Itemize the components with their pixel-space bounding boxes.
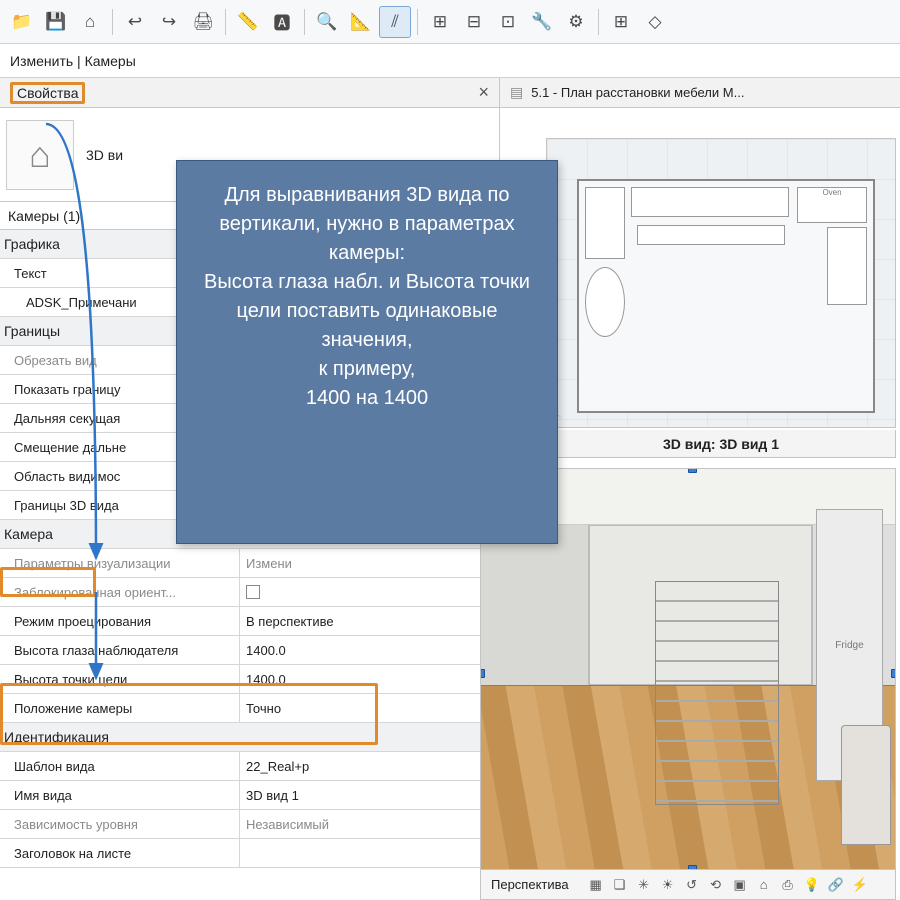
unlocked-3d-icon[interactable]: ⌂ (755, 876, 773, 894)
property-name: Параметры визуализации (0, 549, 240, 577)
property-value[interactable]: Независимый (240, 810, 499, 838)
redo-icon[interactable]: ↪ (153, 6, 185, 38)
cube-icon[interactable]: ◇ (639, 6, 671, 38)
plan-view[interactable]: Oven (546, 138, 896, 428)
projection-mode-label[interactable]: Перспектива (491, 877, 569, 892)
home-icon[interactable]: ⌂ (74, 6, 106, 38)
property-value[interactable]: 1400.0 (240, 665, 499, 693)
property-name: Положение камеры (0, 694, 240, 722)
property-name: Высота глаза наблюдателя (0, 636, 240, 664)
visual-style-icon[interactable]: ▦ (587, 876, 605, 894)
property-name: Заголовок на листе (0, 839, 240, 867)
type-thumbnail-icon: ⌂ (6, 120, 74, 190)
property-value[interactable] (240, 578, 499, 606)
property-row[interactable]: Режим проецированияВ перспективе (0, 607, 499, 636)
shadows-icon[interactable]: ☀ (659, 876, 677, 894)
property-name: Высота точки цели (0, 665, 240, 693)
property-value[interactable] (240, 839, 499, 867)
property-value[interactable]: Измени (240, 549, 499, 577)
property-row[interactable]: Высота глаза наблюдателя1400.0 (0, 636, 499, 665)
switch-windows-icon[interactable]: ⊞ (424, 6, 456, 38)
cascade-icon[interactable]: ⊡ (492, 6, 524, 38)
property-name: Шаблон вида (0, 752, 240, 780)
chair (841, 725, 891, 845)
property-row[interactable]: Зависимость уровняНезависимый (0, 810, 499, 839)
shelf-unit (655, 581, 779, 805)
tile-icon[interactable]: ⊟ (458, 6, 490, 38)
property-value[interactable]: Точно (240, 694, 499, 722)
viewport-panel: ▤ 5.1 - План расстановки мебели М... Ove… (500, 78, 900, 900)
property-row[interactable]: Заблокированная ориент... (0, 578, 499, 607)
instance-count-label: Камеры (1) (8, 208, 80, 224)
save-orientation-icon[interactable]: ⎙ (779, 876, 797, 894)
view-doc-icon: ▤ (510, 84, 523, 101)
print-icon[interactable]: 🖨 (187, 6, 219, 38)
manage-icon[interactable]: 🔧 (526, 6, 558, 38)
view-tab[interactable]: ▤ 5.1 - План расстановки мебели М... (500, 78, 900, 108)
property-row[interactable]: Положение камерыТочно (0, 694, 499, 723)
text-icon[interactable]: 🅰 (266, 6, 298, 38)
annotation-callout: Для выравнивания 3D вида по вертикали, н… (176, 160, 558, 544)
property-name: Режим проецирования (0, 607, 240, 635)
property-row[interactable]: Заголовок на листе (0, 839, 499, 868)
sunpath-icon[interactable]: ✳ (635, 876, 653, 894)
view-control-bar: Перспектива ▦ ❏ ✳ ☀ ↺ ⟲ ▣ ⌂ ⎙ 💡 🔗 ⚡ (480, 870, 896, 900)
measure-icon[interactable]: 📏 (232, 6, 264, 38)
undo-icon[interactable]: ↩ (119, 6, 151, 38)
linked-icon[interactable]: 🔗 (827, 876, 845, 894)
ribbon-contextual-tab: Изменить | Камеры (0, 44, 900, 78)
show-render-icon[interactable]: ⟲ (707, 876, 725, 894)
quick-access-toolbar: 📁 💾 ⌂ ↩ ↪ 🖨 📏 🅰 🔍 📐 ⫽ ⊞ ⊟ ⊡ 🔧 ⚙ ⊞ ◇ (0, 0, 900, 44)
property-name: Зависимость уровня (0, 810, 240, 838)
reveal-constraints-icon[interactable]: ⚡ (851, 876, 869, 894)
render-icon[interactable]: ↺ (683, 876, 701, 894)
crop-icon[interactable]: ❏ (611, 876, 629, 894)
type-name: 3D ви (86, 147, 123, 163)
view-canvas[interactable]: Oven 3D вид: 3D вид 1 Fridge (500, 108, 900, 900)
save-icon[interactable]: 💾 (40, 6, 72, 38)
ribbon-tab-label: Изменить | Камеры (10, 53, 136, 69)
property-row[interactable]: Имя вида3D вид 1 (0, 781, 499, 810)
panel-title: Свойства (10, 82, 85, 104)
property-value[interactable]: 22_Real+р (240, 752, 499, 780)
oven-label: Oven (797, 187, 867, 223)
panel-header: Свойства × (0, 78, 499, 108)
close-hidden-icon[interactable]: ⫽ (379, 6, 411, 38)
checkbox[interactable] (246, 585, 260, 599)
light-icon[interactable]: 💡 (803, 876, 821, 894)
callout-text: Для выравнивания 3D вида по вертикали, н… (195, 181, 539, 413)
property-row[interactable]: Параметры визуализацииИзмени (0, 549, 499, 578)
thin-lines-icon[interactable]: 📐 (345, 6, 377, 38)
view-tab-title: 5.1 - План расстановки мебели М... (531, 85, 744, 100)
property-row[interactable]: Шаблон вида22_Real+р (0, 752, 499, 781)
property-group-header[interactable]: Идентификация (0, 723, 499, 752)
crop-region-icon[interactable]: ▣ (731, 876, 749, 894)
property-value[interactable]: 3D вид 1 (240, 781, 499, 809)
property-row[interactable]: Высота точки цели1400.0 (0, 665, 499, 694)
open-icon[interactable]: 📁 (6, 6, 38, 38)
options-icon[interactable]: ⚙ (560, 6, 592, 38)
property-value[interactable]: 1400.0 (240, 636, 499, 664)
property-value[interactable]: В перспективе (240, 607, 499, 635)
zoom-icon[interactable]: 🔍 (311, 6, 343, 38)
property-name: Заблокированная ориент... (0, 578, 240, 606)
close-icon[interactable]: × (478, 82, 489, 103)
property-name: Имя вида (0, 781, 240, 809)
plugins-icon[interactable]: ⊞ (605, 6, 637, 38)
